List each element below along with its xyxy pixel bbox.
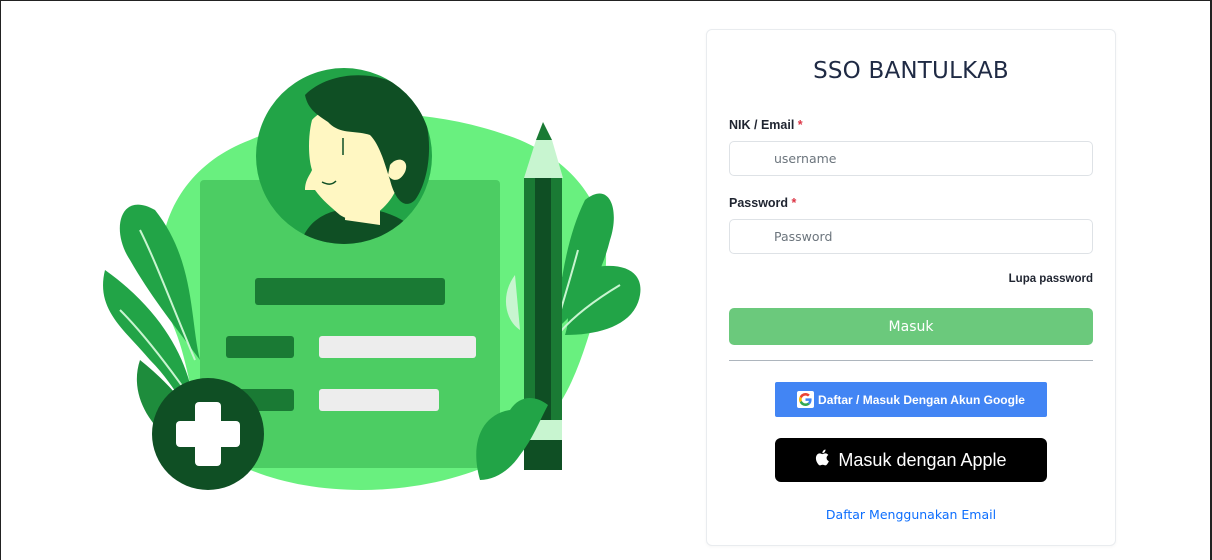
health-form-illustration xyxy=(103,68,641,490)
password-label: Password * xyxy=(729,196,796,210)
register-email-link[interactable]: Daftar Menggunakan Email xyxy=(707,507,1115,522)
forgot-password-link[interactable]: Lupa password xyxy=(1009,273,1093,285)
apple-button-label: Masuk dengan Apple xyxy=(838,449,1007,470)
apple-login-button[interactable]: Masuk dengan Apple xyxy=(775,438,1047,482)
username-input[interactable] xyxy=(729,141,1093,176)
google-login-button[interactable]: Daftar / Masuk Dengan Akun Google xyxy=(775,382,1047,417)
nik-email-label-text: NIK / Email xyxy=(729,118,795,132)
apple-icon xyxy=(815,449,830,471)
login-button[interactable]: Masuk xyxy=(729,308,1093,345)
google-button-label: Daftar / Masuk Dengan Akun Google xyxy=(818,392,1025,407)
required-mark: * xyxy=(791,196,797,210)
password-input[interactable] xyxy=(729,219,1093,254)
page-title: SSO BANTULKAB xyxy=(813,58,1009,84)
divider xyxy=(729,360,1093,361)
required-mark: * xyxy=(797,118,803,132)
nik-email-label: NIK / Email * xyxy=(729,118,803,132)
google-icon xyxy=(797,391,815,408)
password-label-text: Password xyxy=(729,196,789,210)
login-card: SSO BANTULKAB NIK / Email * Password * L… xyxy=(706,29,1116,546)
